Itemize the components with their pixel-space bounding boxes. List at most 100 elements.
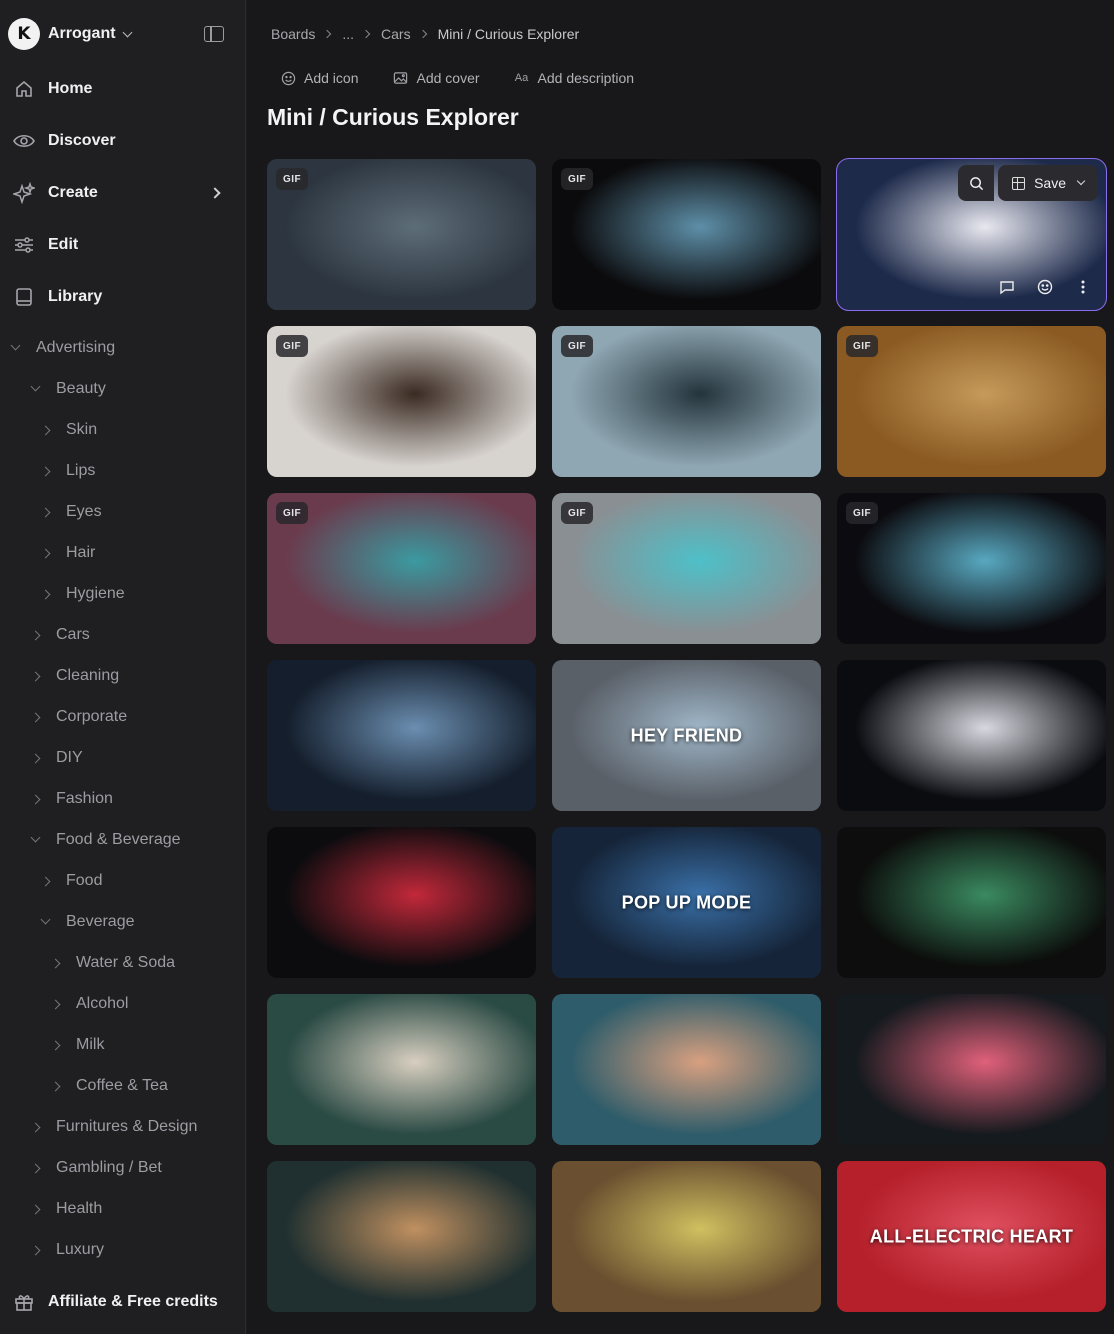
media-thumbnail <box>552 994 821 1145</box>
media-thumbnail <box>267 827 536 978</box>
tree-item-label: Food <box>66 872 103 889</box>
affiliate-link[interactable]: Affiliate & Free credits <box>0 1286 246 1318</box>
tree-item[interactable]: Health <box>30 1194 102 1224</box>
chevron-right-icon[interactable] <box>30 753 41 763</box>
chevron-right-icon[interactable] <box>30 1245 41 1255</box>
media-thumbnail <box>837 660 1106 811</box>
media-tile[interactable]: GIF <box>552 493 821 644</box>
add-icon-button[interactable]: Add icon <box>280 70 358 86</box>
media-thumbnail <box>267 660 536 811</box>
chevron-right-icon[interactable] <box>30 1163 41 1173</box>
search-similar-button[interactable] <box>958 165 995 201</box>
breadcrumb-ellipsis[interactable]: ... <box>342 26 354 42</box>
nav-create[interactable]: Create <box>0 173 246 213</box>
tree-item[interactable]: Cars <box>30 620 90 650</box>
tree-item[interactable]: Hygiene <box>40 579 125 609</box>
media-tile[interactable] <box>837 660 1106 811</box>
gif-badge: GIF <box>846 502 879 524</box>
media-tile[interactable]: GIF <box>552 159 821 310</box>
text-icon: Aa <box>514 72 529 84</box>
chevron-right-icon[interactable] <box>50 1040 61 1050</box>
add-description-button[interactable]: Aa Add description <box>514 70 634 86</box>
nav-edit[interactable]: Edit <box>0 225 246 265</box>
chevron-right-icon[interactable] <box>50 958 61 968</box>
media-tile[interactable] <box>552 994 821 1145</box>
chevron-right-icon[interactable] <box>30 630 41 640</box>
chevron-down-icon[interactable] <box>30 381 41 392</box>
tree-item[interactable]: Beverage <box>40 907 135 937</box>
media-tile[interactable] <box>267 1161 536 1312</box>
chevron-right-icon[interactable] <box>40 876 51 886</box>
media-tile[interactable]: ALL-ELECTRIC HEART <box>837 1161 1106 1312</box>
media-tile[interactable]: GIF <box>267 493 536 644</box>
nav-home[interactable]: Home <box>0 69 246 109</box>
tree-item[interactable]: Lips <box>40 456 96 486</box>
chevron-down-icon[interactable] <box>30 832 41 843</box>
tree-item[interactable]: Cleaning <box>30 661 120 691</box>
comment-icon[interactable] <box>996 278 1018 296</box>
media-tile[interactable]: HEY FRIEND <box>552 660 821 811</box>
breadcrumb-current[interactable]: Mini / Curious Explorer <box>438 26 580 42</box>
chevron-right-icon[interactable] <box>40 548 51 558</box>
tree-item[interactable]: Food <box>40 866 103 896</box>
tree-item[interactable]: Milk <box>50 1030 104 1060</box>
tree-item[interactable]: Furnitures & Design <box>30 1112 197 1142</box>
media-tile[interactable] <box>837 827 1106 978</box>
chevron-right-icon[interactable] <box>40 425 51 435</box>
tree-item-label: Lips <box>66 462 96 479</box>
more-options-icon[interactable] <box>1072 278 1094 296</box>
tree-item[interactable]: Gambling / Bet <box>30 1153 162 1183</box>
tree-item-label: Cleaning <box>56 667 120 684</box>
chevron-right-icon[interactable] <box>30 1204 41 1214</box>
save-button[interactable]: Save <box>998 165 1098 201</box>
gif-badge: GIF <box>276 502 309 524</box>
nav-library[interactable]: Library <box>0 277 246 317</box>
chevron-right-icon[interactable] <box>50 1081 61 1091</box>
chevron-right-icon[interactable] <box>30 712 41 722</box>
workspace-switcher[interactable]: K Arrogant <box>8 18 133 50</box>
media-tile[interactable] <box>837 994 1106 1145</box>
tree-item[interactable]: Advertising <box>10 333 115 363</box>
tree-item[interactable]: Luxury <box>30 1235 104 1265</box>
sidebar-toggle-icon[interactable] <box>204 26 224 42</box>
media-tile[interactable]: POP UP MODE <box>552 827 821 978</box>
chevron-right-icon[interactable] <box>50 999 61 1009</box>
tree-item[interactable]: Beauty <box>30 374 106 404</box>
media-tile[interactable] <box>267 827 536 978</box>
tree-item[interactable]: Skin <box>40 415 97 445</box>
tree-item[interactable]: Fashion <box>30 784 113 814</box>
chevron-down-icon[interactable] <box>10 340 21 351</box>
tree-item[interactable]: Corporate <box>30 702 127 732</box>
chevron-right-icon[interactable] <box>30 1122 41 1132</box>
chevron-right-icon[interactable] <box>40 507 51 517</box>
chevron-down-icon[interactable] <box>40 914 51 925</box>
media-tile[interactable]: GIF <box>267 159 536 310</box>
media-tile[interactable] <box>267 994 536 1145</box>
tree-item[interactable]: DIY <box>30 743 83 773</box>
breadcrumb-boards[interactable]: Boards <box>271 26 315 42</box>
tree-item[interactable]: Hair <box>40 538 95 568</box>
chevron-right-icon[interactable] <box>30 794 41 804</box>
tree-item[interactable]: Water & Soda <box>50 948 175 978</box>
react-icon[interactable] <box>1034 278 1056 296</box>
media-tile[interactable]: GIF <box>837 493 1106 644</box>
gif-badge: GIF <box>276 335 309 357</box>
breadcrumb-cars[interactable]: Cars <box>381 26 411 42</box>
tree-item[interactable]: Alcohol <box>50 989 128 1019</box>
chevron-right-icon[interactable] <box>30 671 41 681</box>
nav-discover[interactable]: Discover <box>0 121 246 161</box>
media-tile[interactable] <box>267 660 536 811</box>
chevron-right-icon[interactable] <box>40 466 51 476</box>
media-tile[interactable]: GIF <box>552 326 821 477</box>
media-tile[interactable]: Save <box>836 158 1107 311</box>
add-cover-button[interactable]: Add cover <box>392 70 480 86</box>
tree-item[interactable]: Eyes <box>40 497 102 527</box>
media-tile[interactable] <box>552 1161 821 1312</box>
media-tile[interactable]: GIF <box>837 326 1106 477</box>
tree-item-label: Eyes <box>66 503 102 520</box>
tree-item[interactable]: Food & Beverage <box>30 825 181 855</box>
tree-item[interactable]: Coffee & Tea <box>50 1071 168 1101</box>
board-icon <box>1012 176 1026 190</box>
chevron-right-icon[interactable] <box>40 589 51 599</box>
media-tile[interactable]: GIF <box>267 326 536 477</box>
